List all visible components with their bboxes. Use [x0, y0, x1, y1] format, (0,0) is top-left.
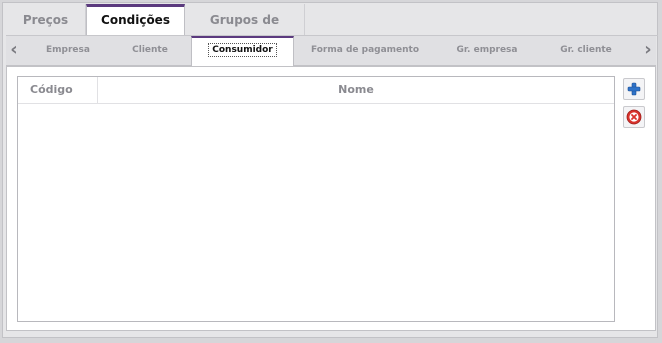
subtab-empresa[interactable]: Empresa — [28, 36, 108, 65]
chevron-left-icon[interactable]: ‹ — [6, 40, 22, 60]
subtab-gr-cliente[interactable]: Gr. cliente — [546, 36, 626, 65]
add-button[interactable] — [623, 78, 645, 100]
remove-circle-icon — [626, 109, 642, 125]
plus-icon — [627, 82, 641, 96]
consumidor-content: Código Nome — [6, 66, 656, 331]
top-tab-bar: Preços Condições Grupos de usuário — [6, 4, 305, 59]
subtab-cliente[interactable]: Cliente — [110, 36, 190, 65]
consumidor-table[interactable]: Código Nome — [17, 76, 615, 322]
tab-grupos-de-usuario[interactable]: Grupos de usuário — [185, 4, 305, 59]
sub-tab-bar: ‹ Empresa Cliente Consumidor Forma de pa… — [6, 36, 656, 66]
tab-condicoes[interactable]: Condições — [86, 4, 185, 36]
column-header-codigo[interactable]: Código — [18, 77, 98, 103]
table-header: Código Nome — [18, 77, 614, 104]
chevron-right-icon[interactable]: › — [640, 40, 656, 60]
subtab-forma-de-pagamento[interactable]: Forma de pagamento — [302, 36, 428, 65]
tab-precos[interactable]: Preços — [6, 4, 86, 36]
subtab-gr-empresa[interactable]: Gr. empresa — [442, 36, 532, 65]
remove-button[interactable] — [623, 106, 645, 128]
column-header-nome[interactable]: Nome — [98, 77, 614, 103]
subtab-consumidor-label: Consumidor — [208, 43, 277, 57]
subtab-consumidor[interactable]: Consumidor — [191, 36, 294, 66]
